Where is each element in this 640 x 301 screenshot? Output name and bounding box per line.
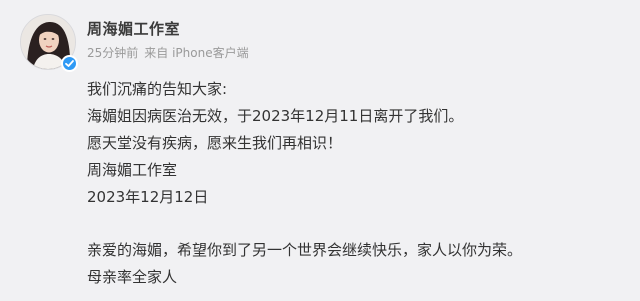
verified-check-icon — [61, 55, 78, 72]
content-line: 海媚姐因病医治无效，于2023年12月11日离开了我们。 — [87, 107, 464, 125]
content-line: 周海媚工作室 — [87, 161, 178, 179]
post-time[interactable]: 25分钟前 — [87, 46, 138, 60]
weibo-post: 周海媚工作室 25分钟前 来自 iPhone客户端 我们沉痛的告知大家: 海媚姐因… — [0, 0, 640, 301]
content-line: 2023年12月12日 — [87, 188, 209, 206]
content-line: 亲爱的海媚，希望你到了另一个世界会继续快乐，家人以你为荣。 — [87, 241, 523, 259]
author-avatar-container[interactable] — [20, 14, 78, 72]
content-line: 愿天堂没有疾病，愿来生我们再相识！ — [87, 134, 343, 152]
content-line: 母亲率全家人 — [87, 268, 178, 286]
content-line: 我们沉痛的告知大家: — [87, 80, 228, 98]
author-name[interactable]: 周海媚工作室 — [87, 18, 180, 39]
post-meta: 25分钟前 来自 iPhone客户端 — [87, 44, 249, 61]
post-source: 来自 iPhone客户端 — [144, 46, 249, 60]
post-content: 我们沉痛的告知大家: 海媚姐因病医治无效，于2023年12月11日离开了我们。 … — [87, 76, 632, 291]
